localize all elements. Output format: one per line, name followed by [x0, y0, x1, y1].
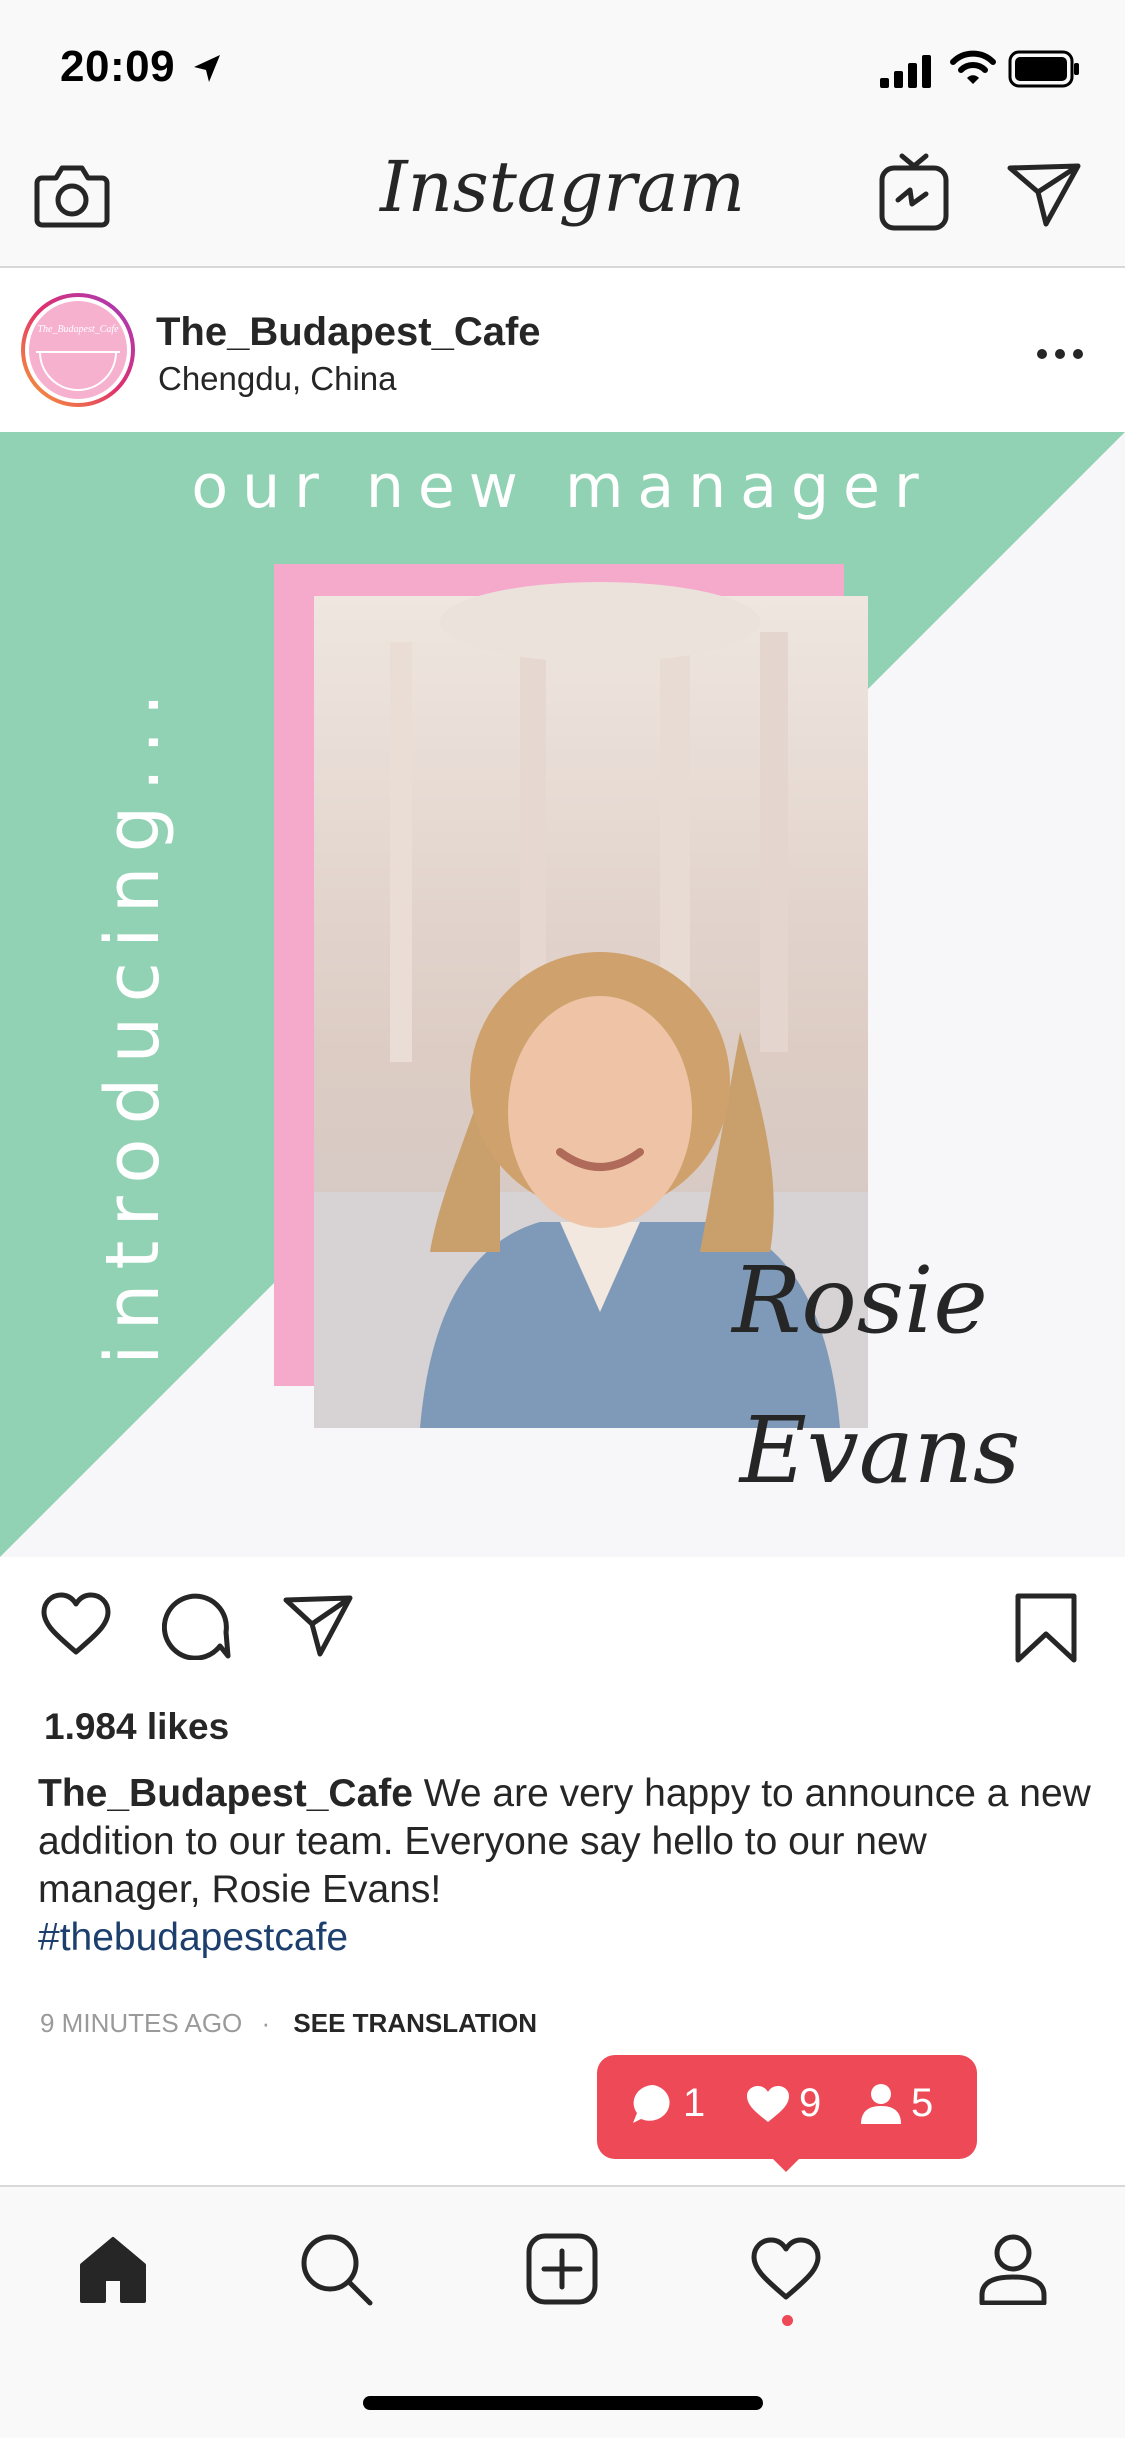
app-header: Instagram — [0, 140, 1125, 268]
profile-icon[interactable] — [978, 2233, 1048, 2305]
bookmark-icon[interactable] — [1014, 1592, 1078, 1664]
person-icon — [861, 2083, 901, 2124]
comment-icon[interactable] — [162, 1592, 232, 1660]
battery-icon — [1008, 50, 1079, 88]
post-header: The_Budapest_Cafe The_Budapest_Cafe Chen… — [0, 268, 1125, 432]
meta-separator: · — [261, 2008, 271, 2038]
camera-icon[interactable] — [34, 160, 110, 230]
post-meta: 9 MINUTES AGO · SEE TRANSLATION — [40, 2008, 537, 2039]
add-icon[interactable] — [526, 2233, 598, 2305]
location-arrow-icon — [194, 55, 220, 82]
home-indicator[interactable] — [363, 2396, 763, 2410]
see-translation-link[interactable]: SEE TRANSLATION — [293, 2008, 537, 2038]
post-timestamp: 9 MINUTES AGO — [40, 2008, 243, 2038]
more-options-icon[interactable] — [1036, 348, 1084, 360]
image-vertical-text: introducing... — [90, 679, 176, 1365]
activity-dot — [782, 2315, 793, 2326]
signal-icon — [880, 55, 931, 88]
igtv-icon[interactable] — [878, 152, 950, 232]
likes-count[interactable]: 1.984 likes — [44, 1706, 229, 1748]
caption-hashtag[interactable]: #thebudapestcafe — [38, 1916, 348, 1959]
activity-pointer — [764, 2150, 808, 2172]
like-heart-icon[interactable] — [40, 1592, 112, 1656]
search-icon[interactable] — [298, 2231, 374, 2307]
image-name-last: Evans — [738, 1397, 1020, 1504]
post-image[interactable]: our new manager introducing... Rosie Eva… — [0, 432, 1125, 1557]
share-icon[interactable] — [282, 1594, 354, 1658]
activity-follows-count: 5 — [911, 2081, 934, 2125]
avatar[interactable]: The_Budapest_Cafe — [20, 292, 136, 408]
image-name-first: Rosie — [730, 1247, 988, 1354]
heart-filled-icon — [747, 2085, 789, 2122]
activity-follows: 5 — [859, 2081, 933, 2126]
post-username[interactable]: The_Budapest_Cafe — [156, 310, 541, 355]
heart-icon[interactable] — [750, 2237, 822, 2301]
post-caption: The_Budapest_Cafe We are very happy to a… — [38, 1770, 1098, 1962]
activity-notification[interactable]: 1 9 5 — [597, 2055, 977, 2159]
direct-message-icon[interactable] — [1006, 162, 1082, 228]
home-icon[interactable] — [78, 2235, 148, 2305]
caption-username[interactable]: The_Budapest_Cafe — [38, 1772, 413, 1815]
image-headline: our new manager — [191, 452, 932, 522]
post-location[interactable]: Chengdu, China — [158, 360, 397, 398]
activity-likes-count: 9 — [799, 2081, 822, 2125]
activity-comments-count: 1 — [683, 2081, 706, 2125]
activity-comments: 1 — [631, 2081, 705, 2126]
avatar-text: The_Budapest_Cafe — [37, 324, 119, 335]
activity-likes: 9 — [745, 2081, 821, 2126]
status-time: 20:09 — [60, 42, 176, 91]
comment-bubble-icon — [633, 2084, 670, 2123]
instagram-logo: Instagram — [380, 146, 745, 228]
wifi-icon — [950, 50, 996, 84]
status-bar: 20:09 — [0, 0, 1125, 140]
post-graphic: our new manager introducing... Rosie Eva… — [0, 432, 1125, 1557]
